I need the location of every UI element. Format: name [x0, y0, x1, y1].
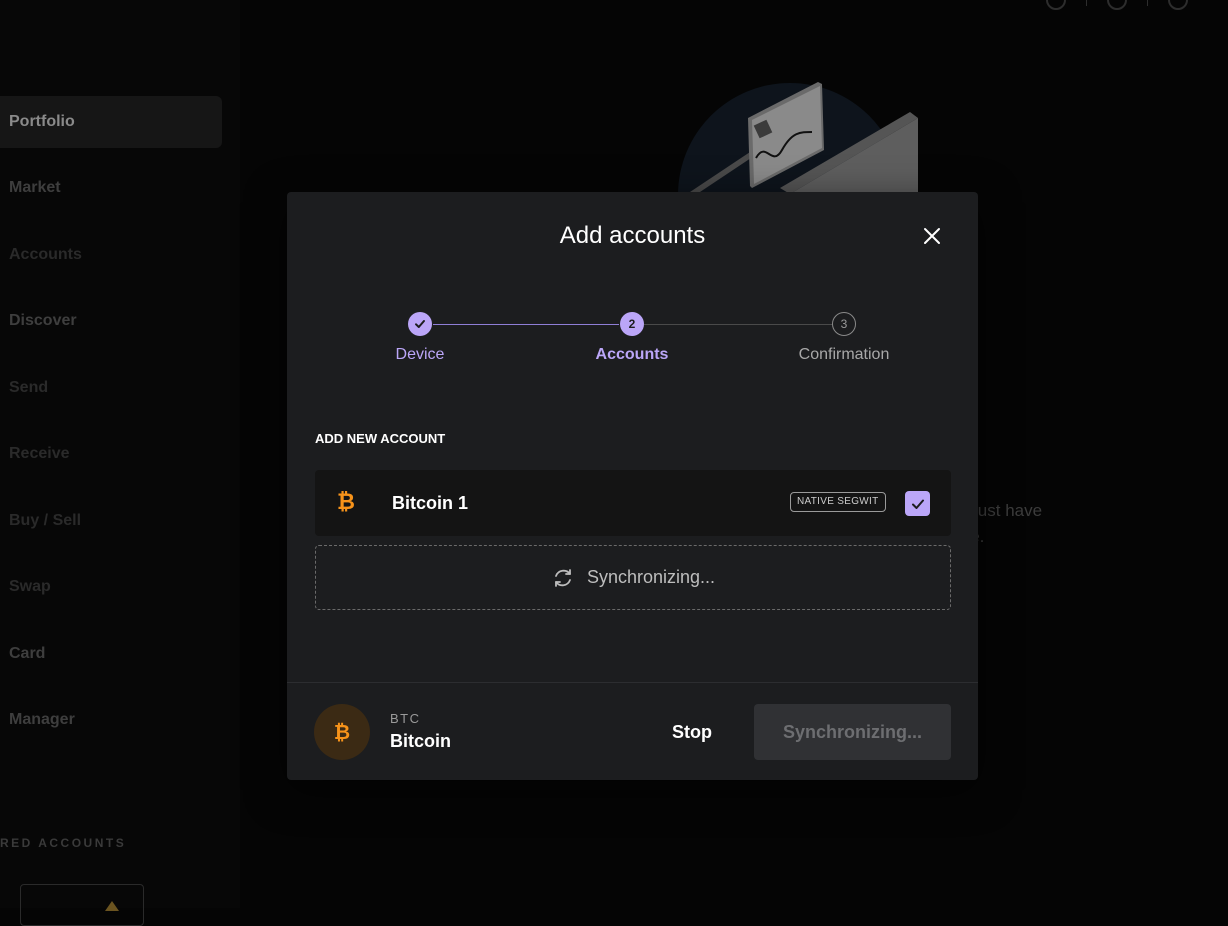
- sidebar-item-send[interactable]: Send: [0, 362, 222, 414]
- sidebar-item-manager[interactable]: Manager: [0, 694, 222, 746]
- step-confirmation-indicator: 3: [832, 312, 856, 336]
- sidebar-item-discover[interactable]: Discover: [0, 295, 222, 347]
- checkmark-icon: [911, 499, 924, 509]
- stepper-line-pending: [644, 324, 832, 325]
- toolbar-divider: [1147, 0, 1148, 6]
- sidebar-item-receive[interactable]: Receive: [0, 428, 222, 480]
- sidebar-item-buy-sell[interactable]: Buy / Sell: [0, 495, 222, 547]
- toolbar-icon[interactable]: [1046, 0, 1066, 10]
- sidebar-item-accounts[interactable]: Accounts: [0, 229, 222, 281]
- account-row[interactable]: ₿ Bitcoin 1 NATIVE SEGWIT: [315, 470, 951, 536]
- step-accounts-label: Accounts: [595, 346, 669, 363]
- starred-accounts-heading: RED ACCOUNTS: [0, 836, 127, 850]
- starred-account-card[interactable]: [20, 884, 144, 926]
- toolbar-divider: [1086, 0, 1087, 6]
- sidebar-item-market[interactable]: Market: [0, 162, 222, 214]
- account-checkbox[interactable]: [905, 491, 930, 516]
- bitcoin-coin-icon: ₿: [314, 704, 370, 760]
- sync-status-box: Synchronizing...: [315, 545, 951, 610]
- sidebar-item-swap[interactable]: Swap: [0, 561, 222, 613]
- sync-status-text: Synchronizing...: [586, 567, 716, 587]
- step-confirmation-label: Confirmation: [798, 346, 890, 363]
- synchronizing-button[interactable]: Synchronizing...: [754, 704, 951, 760]
- add-accounts-modal: Add accounts 2 3 Device Accounts Confirm…: [287, 192, 978, 780]
- sidebar-item-card[interactable]: Card: [0, 628, 222, 680]
- coin-name: Bitcoin: [390, 731, 451, 751]
- sidebar-item-portfolio[interactable]: Portfolio: [0, 96, 222, 148]
- step-accounts-indicator: 2: [620, 312, 644, 336]
- bitcoin-icon: ₿: [337, 490, 355, 515]
- help-icon[interactable]: [1107, 0, 1127, 10]
- device-illustration: [678, 82, 918, 200]
- top-toolbar: [1046, 0, 1188, 10]
- account-name: Bitcoin 1: [392, 493, 469, 513]
- stop-button[interactable]: Stop: [657, 712, 727, 752]
- derivation-badge: NATIVE SEGWIT: [790, 492, 886, 512]
- stepper-line-complete: [433, 324, 619, 325]
- step-device-label: Device: [395, 346, 445, 363]
- checkmark-icon: [415, 320, 425, 328]
- close-icon[interactable]: [922, 226, 942, 246]
- coin-ticker: BTC: [390, 711, 421, 726]
- sync-icon: [555, 568, 571, 587]
- add-new-account-heading: ADD NEW ACCOUNT: [315, 431, 446, 446]
- settings-icon[interactable]: [1168, 0, 1188, 10]
- modal-footer: ₿ BTC Bitcoin Stop Synchronizing...: [287, 682, 978, 780]
- sidebar: Portfolio Market Accounts Discover Send …: [0, 0, 240, 926]
- bitcoin-icon: ₿: [333, 719, 351, 744]
- modal-title: Add accounts: [559, 222, 706, 249]
- account-icon: [105, 901, 119, 911]
- step-device-indicator: [408, 312, 432, 336]
